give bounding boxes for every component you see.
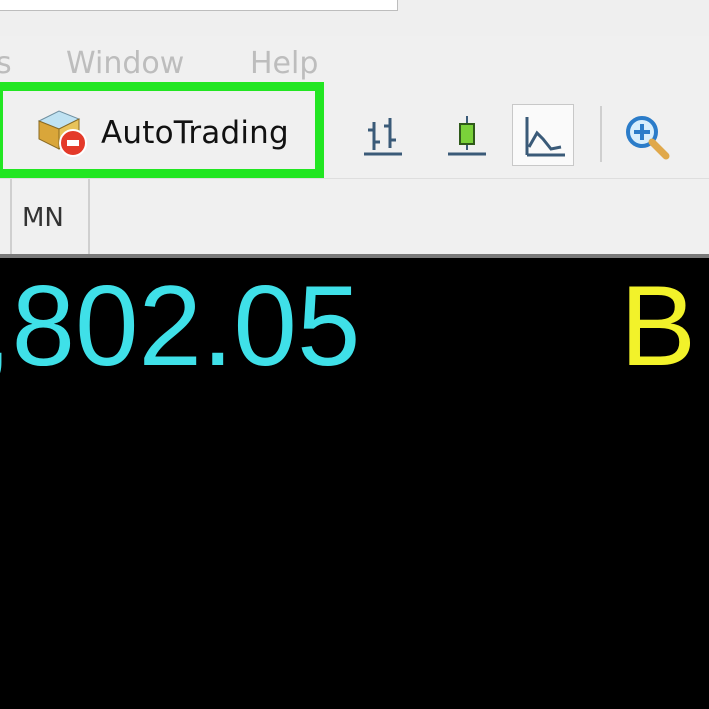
price-readout: ,802.05 — [0, 263, 361, 390]
line-chart-icon — [525, 117, 565, 157]
toolbar-separator — [600, 106, 602, 162]
top-right-glyph — [402, 0, 472, 6]
zoom-in-icon — [626, 116, 670, 160]
timeframe-bar: MN — [0, 178, 709, 255]
autotrading-icon — [33, 105, 91, 161]
menu-item-help[interactable]: Help — [250, 46, 318, 81]
line-chart-tool-button[interactable] — [512, 104, 574, 166]
candlestick-tool-button[interactable] — [436, 104, 498, 166]
zoom-in-tool-button[interactable] — [614, 104, 676, 166]
candlestick-chart-icon — [448, 116, 486, 156]
autotrading-button[interactable]: AutoTrading — [0, 82, 324, 178]
timeframe-button-mn[interactable]: MN — [12, 179, 90, 255]
menu-item-partial[interactable]: s — [0, 46, 12, 81]
bar-chart-icon — [364, 118, 402, 156]
autotrading-label: AutoTrading — [101, 115, 289, 151]
timeframe-label: MN — [22, 203, 64, 233]
window-top-strip — [0, 0, 709, 36]
bar-chart-tool-button[interactable] — [352, 104, 414, 166]
top-input-box — [0, 0, 398, 11]
yellow-readout: B — [620, 263, 697, 390]
menu-item-window[interactable]: Window — [66, 46, 184, 81]
